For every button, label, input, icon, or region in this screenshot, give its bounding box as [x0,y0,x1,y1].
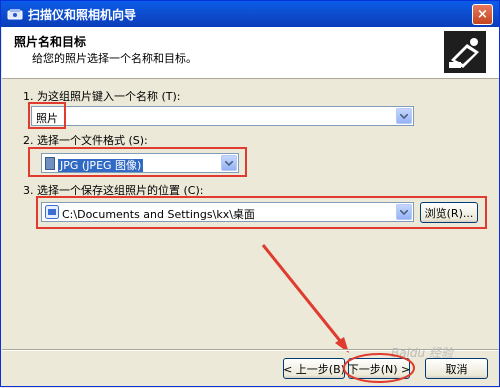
cancel-button[interactable]: 取消 [425,358,488,379]
wizard-window: 扫描仪和照相机向导 × 照片名和目标 给您的照片选择一个名称和目标。 1. 为这… [0,0,500,387]
back-button[interactable]: < 上一步(B) [283,358,345,379]
annotation-arrow [261,244,349,353]
annotation-circle-next [343,353,415,383]
